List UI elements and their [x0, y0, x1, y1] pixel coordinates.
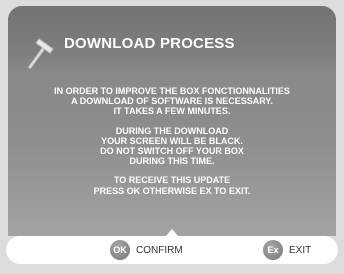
message-line: IN ORDER TO IMPROVE THE BOX FONCTIONNALI…	[54, 86, 290, 96]
message-line: TO RECEIVE THIS UPDATE	[113, 175, 231, 186]
message-line: DO NOT SWITCH OFF YOUR BOX	[100, 146, 244, 157]
download-screen: DOWNLOAD PROCESS IN ORDER TO IMPROVE THE…	[0, 0, 344, 274]
message-line: DURING THE DOWNLOAD	[115, 125, 229, 136]
message-line: A DOWNLOAD OF SOFTWARE IS NECESSARY.	[71, 96, 273, 107]
confirm-button[interactable]: OK CONFIRM	[110, 240, 183, 260]
notch-indicator	[166, 229, 178, 236]
message-line: DURING THIS TIME.	[129, 156, 215, 167]
message-line: YOUR SCREEN WILL BE BLACK.	[101, 135, 243, 146]
exit-button[interactable]: Ex EXIT	[263, 240, 311, 260]
dialog-panel: DOWNLOAD PROCESS IN ORDER TO IMPROVE THE…	[8, 6, 336, 236]
message-line: PRESS OK OTHERWISE EX TO EXIT.	[93, 185, 251, 196]
button-bar: OK CONFIRM Ex EXIT	[6, 236, 338, 264]
title-bar: DOWNLOAD PROCESS	[8, 6, 336, 70]
message-line: IT TAKES A FEW MINUTES.	[113, 106, 231, 117]
exit-label: EXIT	[289, 244, 312, 256]
message-body: IN ORDER TO IMPROVE THE BOX FONCTIONNALI…	[8, 86, 336, 196]
hammer-icon	[28, 38, 54, 69]
ok-key-icon: OK	[110, 240, 130, 260]
confirm-label: CONFIRM	[136, 244, 183, 256]
ex-key-icon: Ex	[263, 240, 283, 260]
dialog-title: DOWNLOAD PROCESS	[64, 35, 235, 52]
